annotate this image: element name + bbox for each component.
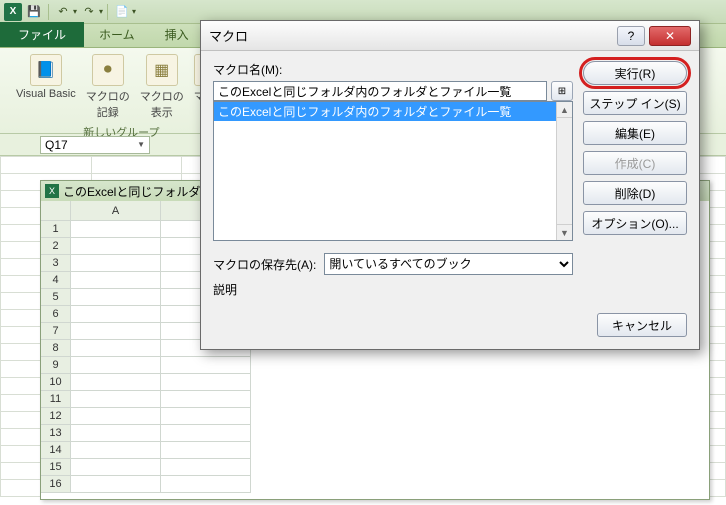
- view-label: マクロの 表示: [140, 88, 184, 120]
- row-header[interactable]: 14: [41, 442, 71, 459]
- cell[interactable]: [71, 459, 161, 476]
- cell[interactable]: [71, 255, 161, 272]
- macro-name-input[interactable]: [213, 81, 547, 101]
- macro-store-select[interactable]: 開いているすべてのブック: [324, 253, 573, 275]
- row-header[interactable]: 5: [41, 289, 71, 306]
- vb-icon: 📘: [30, 54, 62, 86]
- tab-home[interactable]: ホーム: [84, 22, 150, 47]
- scroll-up-icon[interactable]: ▲: [557, 102, 572, 118]
- cell[interactable]: [161, 391, 251, 408]
- separator: [48, 4, 49, 20]
- excel-file-icon: X: [45, 184, 59, 198]
- tab-file[interactable]: ファイル: [0, 22, 84, 47]
- vb-label: Visual Basic: [16, 88, 76, 100]
- name-box-dropdown-icon[interactable]: ▼: [137, 140, 145, 149]
- row-header[interactable]: 12: [41, 408, 71, 425]
- cell[interactable]: [161, 357, 251, 374]
- description-label: 説明: [213, 281, 573, 298]
- cell[interactable]: [161, 374, 251, 391]
- separator: [107, 4, 108, 20]
- row-header[interactable]: 9: [41, 357, 71, 374]
- delete-button[interactable]: 削除(D): [583, 181, 687, 205]
- scrollbar[interactable]: ▲ ▼: [556, 102, 572, 240]
- row-header[interactable]: 8: [41, 340, 71, 357]
- row-header[interactable]: 1: [41, 221, 71, 238]
- macro-store-label: マクロの保存先(A):: [213, 256, 316, 273]
- run-button[interactable]: 実行(R): [583, 61, 687, 85]
- cell[interactable]: [71, 306, 161, 323]
- macro-dialog: マクロ ? ✕ マクロ名(M): ⊞ このExcelと同じフォルダ内のフォルダと…: [200, 20, 700, 350]
- cell[interactable]: [71, 357, 161, 374]
- edit-button[interactable]: 編集(E): [583, 121, 687, 145]
- dialog-titlebar[interactable]: マクロ ? ✕: [201, 21, 699, 51]
- close-button[interactable]: ✕: [649, 26, 691, 46]
- tab-insert[interactable]: 挿入: [150, 22, 204, 47]
- workbook-title: このExcelと同じフォルダ内: [63, 183, 212, 200]
- row-header[interactable]: 13: [41, 425, 71, 442]
- cell[interactable]: [71, 408, 161, 425]
- row-header[interactable]: 7: [41, 323, 71, 340]
- cell[interactable]: [71, 289, 161, 306]
- cell[interactable]: [71, 272, 161, 289]
- undo-dropdown-icon[interactable]: ▾: [73, 7, 77, 16]
- cell[interactable]: [161, 408, 251, 425]
- cell[interactable]: [71, 391, 161, 408]
- redo-dropdown-icon[interactable]: ▾: [99, 7, 103, 16]
- column-header[interactable]: A: [71, 201, 161, 221]
- row-headers: 1 2 3 4 5 6 7 8 9 10 11 12 13 14 15 16: [41, 201, 71, 493]
- cell[interactable]: [71, 238, 161, 255]
- step-in-button[interactable]: ステップ イン(S): [583, 91, 687, 115]
- qat-customize-button[interactable]: 📄: [112, 3, 132, 21]
- visual-basic-button[interactable]: 📘 Visual Basic: [12, 52, 80, 102]
- view-icon: ▦: [146, 54, 178, 86]
- reference-collapse-button[interactable]: ⊞: [551, 81, 573, 101]
- save-button[interactable]: 💾: [24, 3, 44, 21]
- cell[interactable]: [71, 374, 161, 391]
- macro-view-button[interactable]: ▦ マクロの 表示: [136, 52, 188, 122]
- cell[interactable]: [71, 221, 161, 238]
- cell[interactable]: [71, 340, 161, 357]
- cell[interactable]: [161, 459, 251, 476]
- cell[interactable]: [71, 323, 161, 340]
- row-header[interactable]: 10: [41, 374, 71, 391]
- qat-more-icon[interactable]: ▾: [132, 7, 136, 16]
- record-icon: ⏺: [92, 54, 124, 86]
- cancel-button[interactable]: キャンセル: [597, 313, 687, 337]
- cell[interactable]: [71, 442, 161, 459]
- cell[interactable]: [161, 476, 251, 493]
- row-header[interactable]: 11: [41, 391, 71, 408]
- name-box-value: Q17: [45, 138, 68, 152]
- macro-name-label: マクロ名(M):: [213, 61, 573, 78]
- redo-button[interactable]: ↷: [79, 3, 99, 21]
- macro-listbox[interactable]: このExcelと同じフォルダ内のフォルダとファイル一覧 ▲ ▼: [213, 101, 573, 241]
- row-header[interactable]: 6: [41, 306, 71, 323]
- scroll-down-icon[interactable]: ▼: [557, 224, 572, 240]
- cell[interactable]: [161, 425, 251, 442]
- app-icon: X: [4, 3, 22, 21]
- dialog-title: マクロ: [209, 26, 248, 45]
- row-header[interactable]: 2: [41, 238, 71, 255]
- row-header[interactable]: 16: [41, 476, 71, 493]
- undo-button[interactable]: ↶: [53, 3, 73, 21]
- macro-list-item[interactable]: このExcelと同じフォルダ内のフォルダとファイル一覧: [214, 102, 572, 121]
- cell[interactable]: [71, 476, 161, 493]
- cell[interactable]: [161, 442, 251, 459]
- options-button[interactable]: オプション(O)...: [583, 211, 687, 235]
- select-all-corner[interactable]: [41, 201, 71, 221]
- row-header[interactable]: 4: [41, 272, 71, 289]
- name-box[interactable]: Q17 ▼: [40, 136, 150, 154]
- row-header[interactable]: 15: [41, 459, 71, 476]
- cell[interactable]: [71, 425, 161, 442]
- record-label: マクロの 記録: [86, 88, 130, 120]
- row-header[interactable]: 3: [41, 255, 71, 272]
- macro-record-button[interactable]: ⏺ マクロの 記録: [82, 52, 134, 122]
- create-button[interactable]: 作成(C): [583, 151, 687, 175]
- help-button[interactable]: ?: [617, 26, 645, 46]
